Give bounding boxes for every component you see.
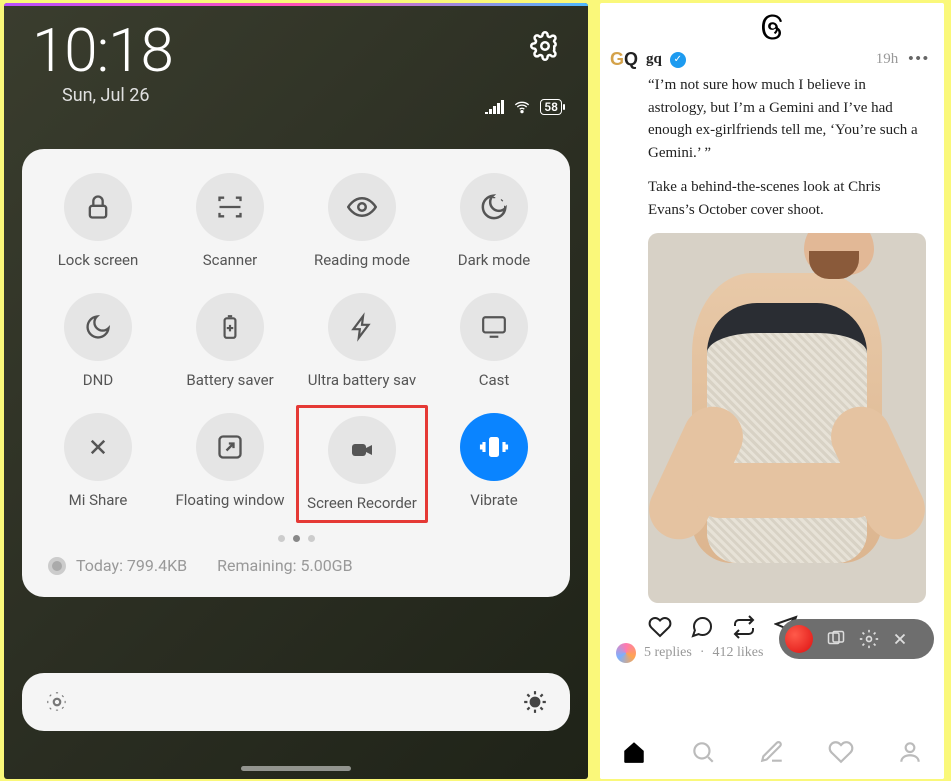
gear-icon	[530, 31, 560, 61]
moon-icon	[64, 293, 132, 361]
quick-settings-panel: Lock screen Scanner Reading mode Dark mode D…	[22, 149, 570, 597]
post-image[interactable]	[648, 233, 926, 603]
qs-tile-floatwin[interactable]: Floating window	[164, 413, 296, 515]
verified-badge: ✓	[670, 52, 686, 68]
accent-gradient	[4, 3, 588, 6]
brightness-low-icon	[44, 689, 70, 715]
data-today: Today: 799.4KB	[76, 556, 187, 575]
threads-logo[interactable]	[600, 3, 944, 47]
avatar-gq[interactable]: GQ	[610, 49, 638, 70]
settings-button[interactable]	[530, 31, 560, 65]
qs-tile-label: Lock screen	[58, 251, 139, 269]
repost-icon	[732, 615, 756, 639]
dark-icon	[460, 173, 528, 241]
nav-compose[interactable]	[759, 739, 785, 770]
brightness-high-icon	[522, 689, 548, 715]
data-usage-row[interactable]: Today: 799.4KB Remaining: 5.00GB	[32, 542, 560, 579]
qs-tile-label: Floating window	[175, 491, 284, 509]
reply-button[interactable]	[690, 615, 714, 639]
qs-tile-bolt[interactable]: Ultra battery sav	[296, 293, 428, 389]
replier-avatar	[616, 643, 636, 663]
qs-tile-label: Dark mode	[458, 251, 531, 269]
post-paragraph-1: “I’m not sure how much I believe in astr…	[648, 74, 926, 164]
bottom-nav	[600, 729, 944, 779]
nav-search[interactable]	[690, 739, 716, 770]
recorder-settings-button[interactable]	[859, 629, 879, 649]
close-icon	[891, 630, 909, 648]
profile-icon	[897, 739, 923, 765]
recorder-close-button[interactable]	[891, 630, 909, 648]
cast-icon	[460, 293, 528, 361]
lock-icon	[64, 173, 132, 241]
nav-home[interactable]	[621, 739, 647, 770]
mishare-icon	[64, 413, 132, 481]
recorder-gallery-button[interactable]	[825, 630, 847, 648]
heart-icon	[828, 739, 854, 765]
gear-icon	[859, 629, 879, 649]
scan-icon	[196, 173, 264, 241]
post-timestamp: 19h	[876, 51, 899, 68]
threads-icon	[757, 11, 787, 43]
battery-indicator: 58	[540, 99, 562, 115]
qs-tile-camcorder[interactable]: Screen Recorder	[296, 405, 428, 523]
gallery-icon	[825, 630, 847, 648]
page-indicator	[32, 535, 560, 542]
screen-recorder-toolbar[interactable]	[779, 619, 934, 659]
qs-tile-label: Cast	[479, 371, 510, 389]
vibrate-icon	[460, 413, 528, 481]
camcorder-icon	[328, 416, 396, 484]
wifi-icon	[512, 99, 532, 115]
qs-tile-mishare[interactable]: Mi Share	[32, 413, 164, 515]
qs-tile-label: Screen Recorder	[307, 494, 417, 512]
post-body: “I’m not sure how much I believe in astr…	[600, 70, 944, 221]
username[interactable]: gq	[646, 51, 662, 68]
qs-tile-batplus[interactable]: Battery saver	[164, 293, 296, 389]
brightness-slider[interactable]	[22, 673, 570, 731]
qs-tile-label: Vibrate	[470, 491, 517, 509]
threads-app: GQ gq ✓ 19h ••• “I’m not sure how much I…	[600, 3, 944, 779]
status-date: Sun, Jul 26	[32, 85, 173, 106]
qs-tile-label: DND	[83, 371, 113, 389]
comment-icon	[690, 615, 714, 639]
post-header: GQ gq ✓ 19h •••	[600, 47, 944, 70]
qs-tile-label: Reading mode	[314, 251, 410, 269]
signal-icon	[484, 100, 504, 114]
nav-activity[interactable]	[828, 739, 854, 770]
qs-tile-label: Battery saver	[186, 371, 273, 389]
heart-icon	[648, 615, 672, 639]
repost-button[interactable]	[732, 615, 756, 639]
batplus-icon	[196, 293, 264, 361]
like-button[interactable]	[648, 615, 672, 639]
like-count: 412 likes	[713, 645, 764, 661]
home-icon	[621, 739, 647, 765]
eye-icon	[328, 173, 396, 241]
qs-tile-vibrate[interactable]: Vibrate	[428, 413, 560, 515]
clock-time: 10:18	[32, 21, 173, 81]
qs-tile-label: Mi Share	[69, 491, 128, 509]
search-icon	[690, 739, 716, 765]
post-more-button[interactable]: •••	[908, 51, 930, 68]
qs-tile-label: Ultra battery sav	[308, 371, 416, 389]
status-icons: 58	[484, 99, 562, 115]
qs-tile-scan[interactable]: Scanner	[164, 173, 296, 269]
nav-profile[interactable]	[897, 739, 923, 770]
qs-tile-eye[interactable]: Reading mode	[296, 173, 428, 269]
qs-tile-label: Scanner	[203, 251, 258, 269]
floatwin-icon	[196, 413, 264, 481]
data-remaining: Remaining: 5.00GB	[217, 556, 352, 575]
android-quick-settings: 10:18 Sun, Jul 26 58 Lock screen Scanner R…	[4, 3, 588, 779]
qs-tile-moon[interactable]: DND	[32, 293, 164, 389]
home-indicator[interactable]	[241, 766, 351, 771]
bolt-icon	[328, 293, 396, 361]
compose-icon	[759, 739, 785, 765]
qs-tile-cast[interactable]: Cast	[428, 293, 560, 389]
reply-count: 5 replies	[644, 645, 692, 661]
post-paragraph-2: Take a behind-the-scenes look at Chris E…	[648, 176, 926, 221]
qs-tile-dark[interactable]: Dark mode	[428, 173, 560, 269]
data-usage-icon	[48, 557, 66, 575]
qs-tile-lock[interactable]: Lock screen	[32, 173, 164, 269]
record-button[interactable]	[785, 625, 813, 653]
